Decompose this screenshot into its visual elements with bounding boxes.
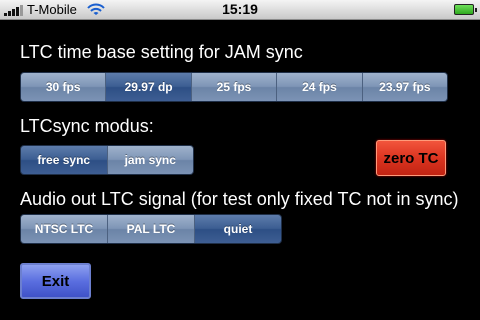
ltcsync-modus-label: LTCsync modus: xyxy=(20,116,154,136)
audio-out-label: Audio out LTC signal (for test only fixe… xyxy=(20,189,459,209)
status-bar: T-Mobile 15:19 xyxy=(0,0,480,20)
zero-tc-button[interactable]: zero TC xyxy=(376,140,446,176)
time-base-option[interactable]: 23.97 fps xyxy=(361,73,447,101)
modus-option[interactable]: jam sync xyxy=(106,146,193,174)
time-base-option[interactable]: 29.97 dp xyxy=(105,73,191,101)
battery-charging-icon xyxy=(454,4,477,15)
exit-button[interactable]: Exit xyxy=(20,263,91,299)
audio-out-option[interactable]: quiet xyxy=(194,215,281,243)
time-base-option[interactable]: 25 fps xyxy=(190,73,277,101)
ltcsync-modus-selector: free sync jam sync xyxy=(20,145,194,175)
audio-out-selector: NTSC LTC PAL LTC quiet xyxy=(20,214,282,244)
ltc-time-base-selector: 30 fps 29.97 dp 25 fps 24 fps 23.97 fps xyxy=(20,72,448,102)
audio-out-option[interactable]: NTSC LTC xyxy=(21,215,107,243)
modus-option[interactable]: free sync xyxy=(21,146,107,174)
time-base-option[interactable]: 24 fps xyxy=(276,73,362,101)
audio-out-option[interactable]: PAL LTC xyxy=(107,215,194,243)
status-time: 15:19 xyxy=(222,1,258,17)
time-base-option[interactable]: 30 fps xyxy=(21,73,106,101)
ltc-time-base-label: LTC time base setting for JAM sync xyxy=(20,42,303,62)
